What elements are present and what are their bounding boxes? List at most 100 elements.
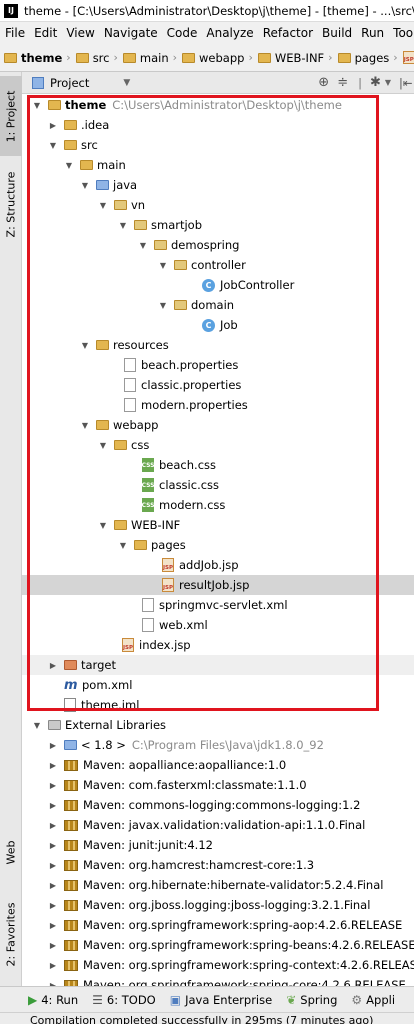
breadcrumb-item-webapp[interactable]: webapp › <box>182 51 256 65</box>
collapsed-arrow-icon[interactable]: ▶ <box>48 760 58 770</box>
java-enterprise-tool-button[interactable]: ▣ Java Enterprise <box>170 993 272 1007</box>
tree-node-target[interactable]: ▶ target <box>22 655 414 675</box>
expanded-arrow-icon[interactable]: ▼ <box>158 300 168 310</box>
collapsed-arrow-icon[interactable]: ▶ <box>48 780 58 790</box>
collapsed-arrow-icon[interactable]: ▶ <box>48 120 58 130</box>
tree-node-classic-properties[interactable]: classic.properties <box>22 375 414 395</box>
breadcrumb-item-pages[interactable]: pages › <box>337 51 401 65</box>
locate-target-icon[interactable]: ⊕ <box>318 75 329 90</box>
tree-node-library[interactable]: ▶ Maven: commons-logging:commons-logging… <box>22 795 414 815</box>
expanded-arrow-icon[interactable]: ▼ <box>98 440 108 450</box>
breadcrumb-item-theme[interactable]: theme › <box>4 51 74 65</box>
breadcrumb-item-jsp[interactable]: JSP <box>402 51 414 64</box>
tree-node-smartjob[interactable]: ▼ smartjob <box>22 215 414 235</box>
tab-structure[interactable]: Z: Structure <box>0 164 22 244</box>
run-tool-button[interactable]: ▶ 4: Run <box>28 993 78 1007</box>
menu-tools[interactable]: Tools <box>388 26 414 40</box>
tree-node-controller[interactable]: ▼ controller <box>22 255 414 275</box>
collapsed-arrow-icon[interactable]: ▶ <box>48 900 58 910</box>
tree-node-library[interactable]: ▶ Maven: org.hibernate:hibernate-validat… <box>22 875 414 895</box>
collapsed-arrow-icon[interactable]: ▶ <box>48 660 58 670</box>
gear-dropdown-icon[interactable]: ▼ <box>385 78 391 87</box>
breadcrumb-item-web-inf[interactable]: WEB-INF › <box>257 51 336 65</box>
tree-node-library[interactable]: ▶ Maven: org.jboss.logging:jboss-logging… <box>22 895 414 915</box>
tree-node-jdk[interactable]: ▶ < 1.8 > C:\Program Files\Java\jdk1.8.0… <box>22 735 414 755</box>
expanded-arrow-icon[interactable]: ▼ <box>98 520 108 530</box>
menu-view[interactable]: View <box>61 26 98 40</box>
tree-node-classic-css[interactable]: CSS classic.css <box>22 475 414 495</box>
collapsed-arrow-icon[interactable]: ▶ <box>48 840 58 850</box>
expanded-arrow-icon[interactable]: ▼ <box>138 240 148 250</box>
tree-node-domain[interactable]: ▼ domain <box>22 295 414 315</box>
tree-node-web-inf[interactable]: ▼ WEB-INF <box>22 515 414 535</box>
expanded-arrow-icon[interactable]: ▼ <box>80 180 90 190</box>
tree-node-library[interactable]: ▶ Maven: org.hamcrest:hamcrest-core:1.3 <box>22 855 414 875</box>
collapsed-arrow-icon[interactable]: ▶ <box>48 920 58 930</box>
menu-analyze[interactable]: Analyze <box>201 26 257 40</box>
tree-node-src[interactable]: ▼ src <box>22 135 414 155</box>
collapse-all-icon[interactable]: ≑ <box>337 75 348 90</box>
tab-web[interactable]: Web <box>0 832 22 872</box>
breadcrumb-item-src[interactable]: src › <box>75 51 121 65</box>
expanded-arrow-icon[interactable]: ▼ <box>32 100 42 110</box>
tree-node-library[interactable]: ▶ Maven: org.springframework:spring-aop:… <box>22 915 414 935</box>
tree-node-library[interactable]: ▶ Maven: javax.validation:validation-api… <box>22 815 414 835</box>
tree-node-library[interactable]: ▶ Maven: org.springframework:spring-core… <box>22 975 414 986</box>
tree-node-resultjob-jsp[interactable]: JSP resultJob.jsp <box>22 575 414 595</box>
expanded-arrow-icon[interactable]: ▼ <box>98 200 108 210</box>
collapsed-arrow-icon[interactable]: ▶ <box>48 820 58 830</box>
tree-node-vn[interactable]: ▼ vn <box>22 195 414 215</box>
tree-node-springmvc-servlet-xml[interactable]: springmvc-servlet.xml <box>22 595 414 615</box>
menu-file[interactable]: File <box>0 26 29 40</box>
menu-edit[interactable]: Edit <box>29 26 61 40</box>
tree-node-job[interactable]: C Job <box>22 315 414 335</box>
spring-tool-button[interactable]: ❦ Spring <box>286 993 337 1007</box>
tree-node-library[interactable]: ▶ Maven: org.springframework:spring-cont… <box>22 955 414 975</box>
expanded-arrow-icon[interactable]: ▼ <box>80 420 90 430</box>
tree-node-library[interactable]: ▶ Maven: aopalliance:aopalliance:1.0 <box>22 755 414 775</box>
tree-node-modern-css[interactable]: CSS modern.css <box>22 495 414 515</box>
breadcrumb-item-main[interactable]: main › <box>122 51 180 65</box>
tree-node-external-libraries[interactable]: ▼ External Libraries <box>22 715 414 735</box>
tree-node-main[interactable]: ▼ main <box>22 155 414 175</box>
tree-node-library[interactable]: ▶ Maven: com.fasterxml:classmate:1.1.0 <box>22 775 414 795</box>
tree-node-addjob-jsp[interactable]: JSP addJob.jsp <box>22 555 414 575</box>
collapsed-arrow-icon[interactable]: ▶ <box>48 740 58 750</box>
expanded-arrow-icon[interactable]: ▼ <box>32 720 42 730</box>
tree-node-beach-css[interactable]: CSS beach.css <box>22 455 414 475</box>
tree-node-webapp[interactable]: ▼ webapp <box>22 415 414 435</box>
menu-build[interactable]: Build <box>317 26 356 40</box>
tree-node-css[interactable]: ▼ css <box>22 435 414 455</box>
tree-node-pom-xml[interactable]: m pom.xml <box>22 675 414 695</box>
collapsed-arrow-icon[interactable]: ▶ <box>48 880 58 890</box>
collapsed-arrow-icon[interactable]: ▶ <box>48 960 58 970</box>
project-view-selector[interactable]: Project <box>50 76 89 90</box>
application-servers-tool-button[interactable]: ⚙ Appli <box>351 993 395 1007</box>
expanded-arrow-icon[interactable]: ▼ <box>48 140 58 150</box>
expanded-arrow-icon[interactable]: ▼ <box>118 540 128 550</box>
tree-node-theme-root[interactable]: ▼ theme C:\Users\Administrator\Desktop\j… <box>22 95 414 115</box>
tree-node-modern-properties[interactable]: modern.properties <box>22 395 414 415</box>
tree-node-demospring[interactable]: ▼ demospring <box>22 235 414 255</box>
gear-icon[interactable]: ✱ <box>370 75 381 90</box>
tree-node-library[interactable]: ▶ Maven: junit:junit:4.12 <box>22 835 414 855</box>
collapsed-arrow-icon[interactable]: ▶ <box>48 860 58 870</box>
tree-node-library[interactable]: ▶ Maven: org.springframework:spring-bean… <box>22 935 414 955</box>
todo-tool-button[interactable]: ☰ 6: TODO <box>92 993 156 1007</box>
tree-node-theme-iml[interactable]: theme.iml <box>22 695 414 715</box>
tree-node-pages[interactable]: ▼ pages <box>22 535 414 555</box>
tree-node-index-jsp[interactable]: JSP index.jsp <box>22 635 414 655</box>
tree-node-web-xml[interactable]: web.xml <box>22 615 414 635</box>
hide-panel-icon[interactable]: |⇤ <box>399 76 413 90</box>
tree-node-resources[interactable]: ▼ resources <box>22 335 414 355</box>
dropdown-arrow-icon[interactable]: ▼ <box>123 78 130 88</box>
expanded-arrow-icon[interactable]: ▼ <box>158 260 168 270</box>
tab-favorites[interactable]: 2: Favorites <box>0 894 22 974</box>
expanded-arrow-icon[interactable]: ▼ <box>80 340 90 350</box>
menu-run[interactable]: Run <box>356 26 388 40</box>
tree-node-idea[interactable]: ▶ .idea <box>22 115 414 135</box>
menu-code[interactable]: Code <box>162 26 202 40</box>
tree-node-java[interactable]: ▼ java <box>22 175 414 195</box>
menu-navigate[interactable]: Navigate <box>99 26 162 40</box>
tab-project[interactable]: 1: Project <box>0 76 22 156</box>
